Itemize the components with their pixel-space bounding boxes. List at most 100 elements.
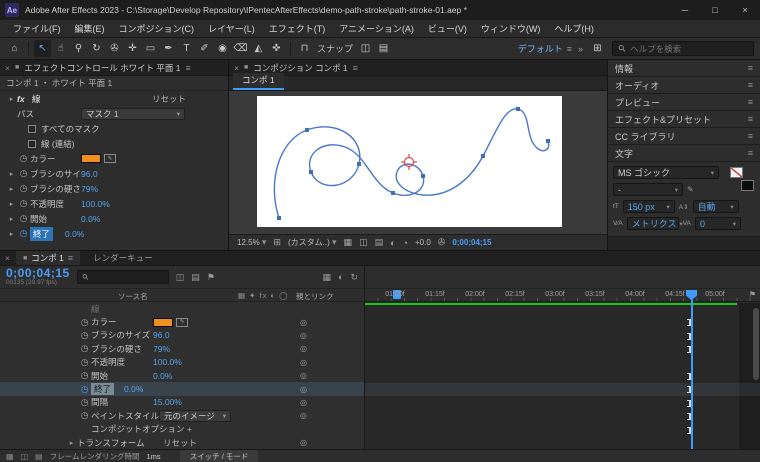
channel-icon[interactable]: ◐ [390, 238, 395, 248]
region-of-interest-icon[interactable]: ▤ [375, 237, 384, 248]
panel-header-info[interactable]: 情報 ≡ [608, 60, 760, 77]
panel-menu-icon[interactable]: ≡ [748, 97, 753, 107]
start-row[interactable]: ◷ 開始 0.0% ◎ [0, 369, 364, 382]
hand-tool-icon[interactable]: ☝ [52, 40, 69, 57]
stopwatch-icon[interactable]: ◷ [78, 410, 91, 421]
timeline-timecode[interactable]: 0;00;04;15 [6, 267, 70, 279]
panel-menu-icon[interactable]: ≡ [186, 63, 191, 73]
timeline-search[interactable] [76, 270, 169, 284]
pick-whip-icon[interactable]: ◎ [300, 344, 307, 353]
brush-hardness-row[interactable]: ◷ ブラシの硬さ 79% ◎ [0, 342, 364, 355]
color-swatch[interactable] [153, 317, 173, 327]
current-time-indicator-line[interactable] [691, 291, 693, 449]
effect-group-row[interactable]: 線 [0, 302, 364, 315]
panel-menu-icon[interactable]: ≡ [748, 63, 753, 73]
property-value[interactable]: 100.0% [153, 357, 182, 367]
font-family-select[interactable]: MS ゴシック ▾ [613, 166, 719, 179]
stopwatch-icon[interactable]: ◷ [17, 183, 30, 194]
home-icon[interactable]: ⌂ [6, 40, 23, 57]
property-value[interactable]: 0.0% [124, 384, 143, 394]
opacity-row[interactable]: ◷ 不透明度 100.0% ◎ [0, 356, 364, 369]
property-label[interactable]: ブラシのサイズ [91, 329, 153, 341]
panel-header-audio[interactable]: オーディオ ≡ [608, 77, 760, 94]
timeline-vertical-scrollbar[interactable] [753, 308, 759, 380]
stopwatch-icon[interactable]: ◷ [17, 168, 30, 179]
color-swatch[interactable] [81, 154, 101, 163]
effect-header-row[interactable]: ▸ fx 線 リセット [0, 91, 228, 106]
stopwatch-icon[interactable]: ◷ [78, 397, 91, 408]
twirl-icon[interactable]: ▸ [6, 230, 17, 238]
stopwatch-icon[interactable]: ◷ [78, 357, 91, 368]
panel-header-effects-presets[interactable]: エフェクト&プリセット ≡ [608, 111, 760, 128]
motion-blur-icon[interactable]: ◐ [338, 272, 343, 282]
brush-tool-icon[interactable]: ✐ [196, 40, 213, 57]
stroke-color-swatch[interactable] [741, 180, 754, 191]
panel-close-icon[interactable]: × [234, 63, 239, 73]
menu-edit[interactable]: 編集(E) [68, 22, 112, 35]
reset-button[interactable]: リセット [152, 93, 186, 105]
twirl-icon[interactable]: ▸ [6, 95, 17, 103]
compositing-options-row[interactable]: コンポジットオプション + [0, 423, 364, 436]
stopwatch-icon[interactable]: ◷ [78, 370, 91, 381]
eyedropper-icon[interactable]: ✎ [176, 317, 188, 327]
property-value[interactable]: 0.0% [153, 371, 172, 381]
composition-mini-flowchart-icon[interactable]: ◫ [176, 272, 185, 283]
eyedropper-icon[interactable]: ✎ [104, 154, 116, 163]
stroke-sequentially-checkbox[interactable] [28, 139, 36, 148]
twirl-icon[interactable]: ▸ [6, 215, 17, 223]
grid-guides-icon[interactable]: ⊞ [273, 237, 281, 248]
snap-option-icon-1[interactable]: ◫ [357, 40, 374, 57]
expand-switches-pane-icon[interactable]: ▦ [6, 452, 14, 461]
property-label-selected[interactable]: 終了 [91, 383, 115, 396]
tracking-select[interactable]: 0 ▾ [694, 217, 741, 230]
pick-whip-icon[interactable]: ◎ [300, 385, 307, 394]
maximize-button[interactable]: □ [700, 0, 730, 20]
stopwatch-icon[interactable]: ◷ [78, 317, 91, 328]
type-tool-icon[interactable]: T [178, 40, 195, 57]
zoom-tool-icon[interactable]: ⚲ [70, 40, 87, 57]
paint-style-select[interactable]: 元のイメージ ▾ [159, 409, 232, 422]
viewer-timecode[interactable]: 0;00;04;15 [452, 238, 491, 247]
property-value[interactable]: 96.0 [153, 330, 170, 340]
orbit-tool-icon[interactable]: ↻ [88, 40, 105, 57]
help-search-input[interactable] [630, 43, 748, 54]
stopwatch-icon[interactable]: ◷ [78, 330, 91, 341]
draft-3d-icon[interactable]: ▤ [191, 272, 200, 283]
property-label[interactable]: ブラシの硬さ [91, 343, 153, 355]
fill-color-swatch[interactable] [730, 167, 743, 178]
workspace-bar-icon[interactable]: ⊞ [589, 40, 606, 57]
snapshot-icon[interactable]: ✇ [438, 237, 446, 248]
stopwatch-icon-active[interactable]: ◷ [17, 228, 30, 239]
pick-whip-icon[interactable]: ◎ [300, 318, 307, 327]
panel-menu-icon[interactable]: ≡ [748, 114, 753, 124]
twirl-icon[interactable]: ▸ [6, 170, 17, 178]
property-label[interactable]: 間隔 [91, 396, 153, 408]
group-label[interactable]: トランスフォーム [77, 437, 163, 449]
magnification-select[interactable]: 12.5% ▾ [237, 237, 266, 248]
menu-help[interactable]: ヘルプ(H) [547, 22, 601, 35]
clone-stamp-tool-icon[interactable]: ◉ [214, 40, 231, 57]
more-workspaces-icon[interactable]: » [578, 44, 583, 54]
menu-animation[interactable]: アニメーション(A) [332, 22, 421, 35]
timeline-search-input[interactable] [91, 272, 164, 282]
puppet-pin-tool-icon[interactable]: ✜ [268, 40, 285, 57]
twirl-icon[interactable]: ▸ [66, 439, 77, 447]
menu-window[interactable]: ウィンドウ(W) [474, 22, 548, 35]
menu-effect[interactable]: エフェクト(T) [262, 22, 333, 35]
snap-icon[interactable]: ⊓ [296, 40, 313, 57]
panel-menu-icon[interactable]: ≡ [68, 253, 73, 263]
stopwatch-icon[interactable]: ◷ [17, 198, 30, 209]
menu-composition[interactable]: コンポジション(C) [112, 22, 202, 35]
all-masks-checkbox[interactable] [28, 124, 36, 133]
property-label[interactable]: コンポジットオプション [91, 423, 187, 435]
composition-canvas[interactable] [257, 96, 562, 227]
exposure-value[interactable]: +0.0 [415, 238, 431, 247]
parent-link-column-header[interactable]: 親とリンク [296, 291, 334, 302]
pick-whip-icon[interactable]: ◎ [300, 398, 307, 407]
switches-modes-toggle[interactable]: スイッチ / モード [179, 449, 259, 462]
resolution-select[interactable]: (カスタム..) ▾ [288, 237, 337, 248]
twirl-icon[interactable]: ▸ [6, 185, 17, 193]
workspace-selector[interactable]: デフォルト ≡ [518, 42, 572, 55]
marker-icon[interactable]: ⚑ [207, 272, 215, 283]
pen-tool-icon[interactable]: ✒ [160, 40, 177, 57]
